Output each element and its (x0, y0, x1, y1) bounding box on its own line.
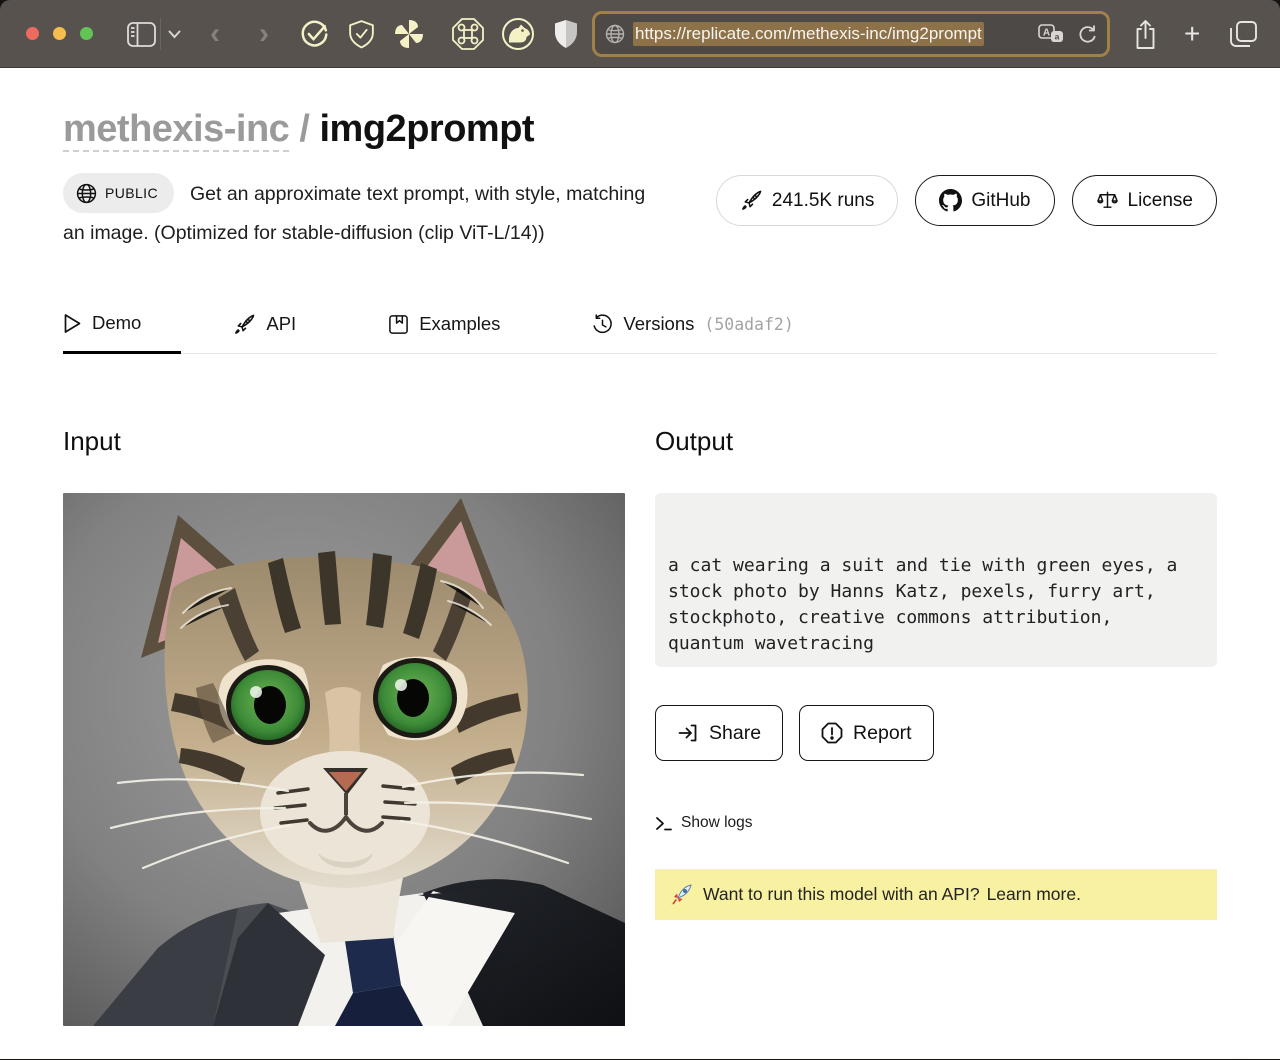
window-close-button[interactable] (26, 27, 39, 40)
license-label: License (1127, 189, 1194, 211)
output-text-box: a cat wearing a suit and tie with green … (655, 493, 1217, 667)
tab-api-label: API (266, 313, 297, 334)
window-minimize-button[interactable] (53, 27, 66, 40)
runs-count-button[interactable]: 241.5K runs (715, 175, 899, 226)
runs-count-label: 241.5K runs (771, 189, 875, 211)
svg-text:a: a (1055, 32, 1060, 42)
globe-icon (76, 183, 97, 203)
model-name: img2prompt (319, 108, 535, 150)
page-title: methexis-inc / img2prompt (63, 68, 1217, 152)
model-description-wrap: PUBLIC Get an approximate text prompt, w… (63, 173, 663, 252)
extension-command-octagon-icon[interactable] (451, 0, 485, 68)
new-tab-icon[interactable]: + (1184, 0, 1200, 68)
play-icon (64, 313, 81, 333)
extension-circle-check-icon[interactable] (299, 0, 330, 68)
sidebar-toggle-icon[interactable] (127, 0, 156, 68)
sidebar-chevron-down-icon[interactable] (168, 0, 181, 68)
tab-overview-icon[interactable] (1229, 0, 1258, 68)
window-zoom-button[interactable] (80, 27, 93, 40)
report-octagon-icon (821, 722, 843, 744)
license-button[interactable]: License (1071, 175, 1217, 226)
report-label: Report (853, 721, 912, 744)
github-button[interactable]: GitHub (915, 175, 1055, 226)
extension-animal-head-icon[interactable] (501, 0, 535, 68)
input-panel: Input (63, 426, 625, 1026)
show-logs-toggle[interactable]: Show logs (655, 814, 753, 832)
url-text: https://replicate.com/methexis-inc/img2p… (633, 22, 984, 46)
toolbar-divider (160, 18, 161, 50)
demo-panels: Input Output a cat wearing a suit and ti… (63, 426, 1217, 1026)
tab-demo-label: Demo (92, 312, 142, 333)
terminal-icon (656, 816, 672, 830)
tab-demo[interactable]: Demo (63, 300, 182, 354)
bookmark-box-icon (389, 314, 409, 334)
show-logs-label: Show logs (681, 814, 753, 831)
input-image-cat-portrait[interactable] (63, 493, 625, 1026)
tab-examples-label: Examples (419, 313, 501, 334)
report-button[interactable]: Report (799, 705, 934, 761)
api-banner: Want to run this model with an API? Lear… (655, 869, 1217, 920)
share-label: Share (709, 721, 762, 744)
rocket-emoji-icon (671, 883, 692, 905)
title-separator: / (299, 108, 310, 150)
header-buttons: 241.5K runs GitHub License (715, 175, 1217, 226)
extension-privacy-shield-icon[interactable] (554, 0, 578, 68)
output-actions: Share Report (655, 705, 1217, 761)
extension-shield-check-icon[interactable] (346, 0, 377, 68)
learn-more-link[interactable]: Learn more. (987, 884, 1081, 905)
reload-icon[interactable] (1078, 24, 1097, 44)
rocket-icon (741, 190, 762, 210)
visibility-badge-label: PUBLIC (105, 184, 158, 201)
extension-pinwheel-icon[interactable] (393, 0, 425, 68)
github-icon (939, 189, 963, 212)
rocket-icon (235, 314, 255, 334)
back-button[interactable]: ‹ (210, 0, 220, 68)
share-arrow-icon (678, 724, 697, 742)
tab-api[interactable]: API (233, 300, 336, 353)
tab-versions-label: Versions (623, 313, 695, 334)
share-page-icon[interactable] (1133, 0, 1158, 68)
url-field[interactable]: https://replicate.com/methexis-inc/img2p… (592, 11, 1110, 57)
about-row: PUBLIC Get an approximate text prompt, w… (63, 173, 1217, 252)
github-label: GitHub (971, 189, 1031, 211)
banner-text: Want to run this model with an API? (703, 884, 980, 904)
globe-icon (605, 24, 625, 44)
output-heading: Output (655, 426, 734, 456)
model-tabs: Demo API Examples Versions (50adaf2) (63, 300, 1217, 354)
tab-versions[interactable]: Versions (50adaf2) (592, 300, 833, 353)
translate-icon[interactable]: A a (1038, 24, 1064, 44)
input-heading: Input (63, 426, 121, 456)
tab-examples[interactable]: Examples (388, 300, 540, 353)
share-button[interactable]: Share (655, 705, 784, 761)
svg-text:A: A (1043, 28, 1050, 39)
visibility-badge: PUBLIC (63, 173, 174, 213)
version-hash: (50adaf2) (704, 314, 794, 334)
replicate-model-page: methexis-inc / img2prompt PUBLIC Get an … (0, 68, 1280, 1059)
browser-toolbar: ‹ › https://replicate.com/methexis-inc/i… (0, 0, 1280, 68)
output-panel: Output a cat wearing a suit and tie with… (655, 426, 1217, 1026)
scales-icon (1096, 191, 1118, 208)
forward-button[interactable]: › (259, 0, 269, 68)
history-clock-icon (593, 313, 613, 333)
owner-link[interactable]: methexis-inc (63, 108, 290, 152)
